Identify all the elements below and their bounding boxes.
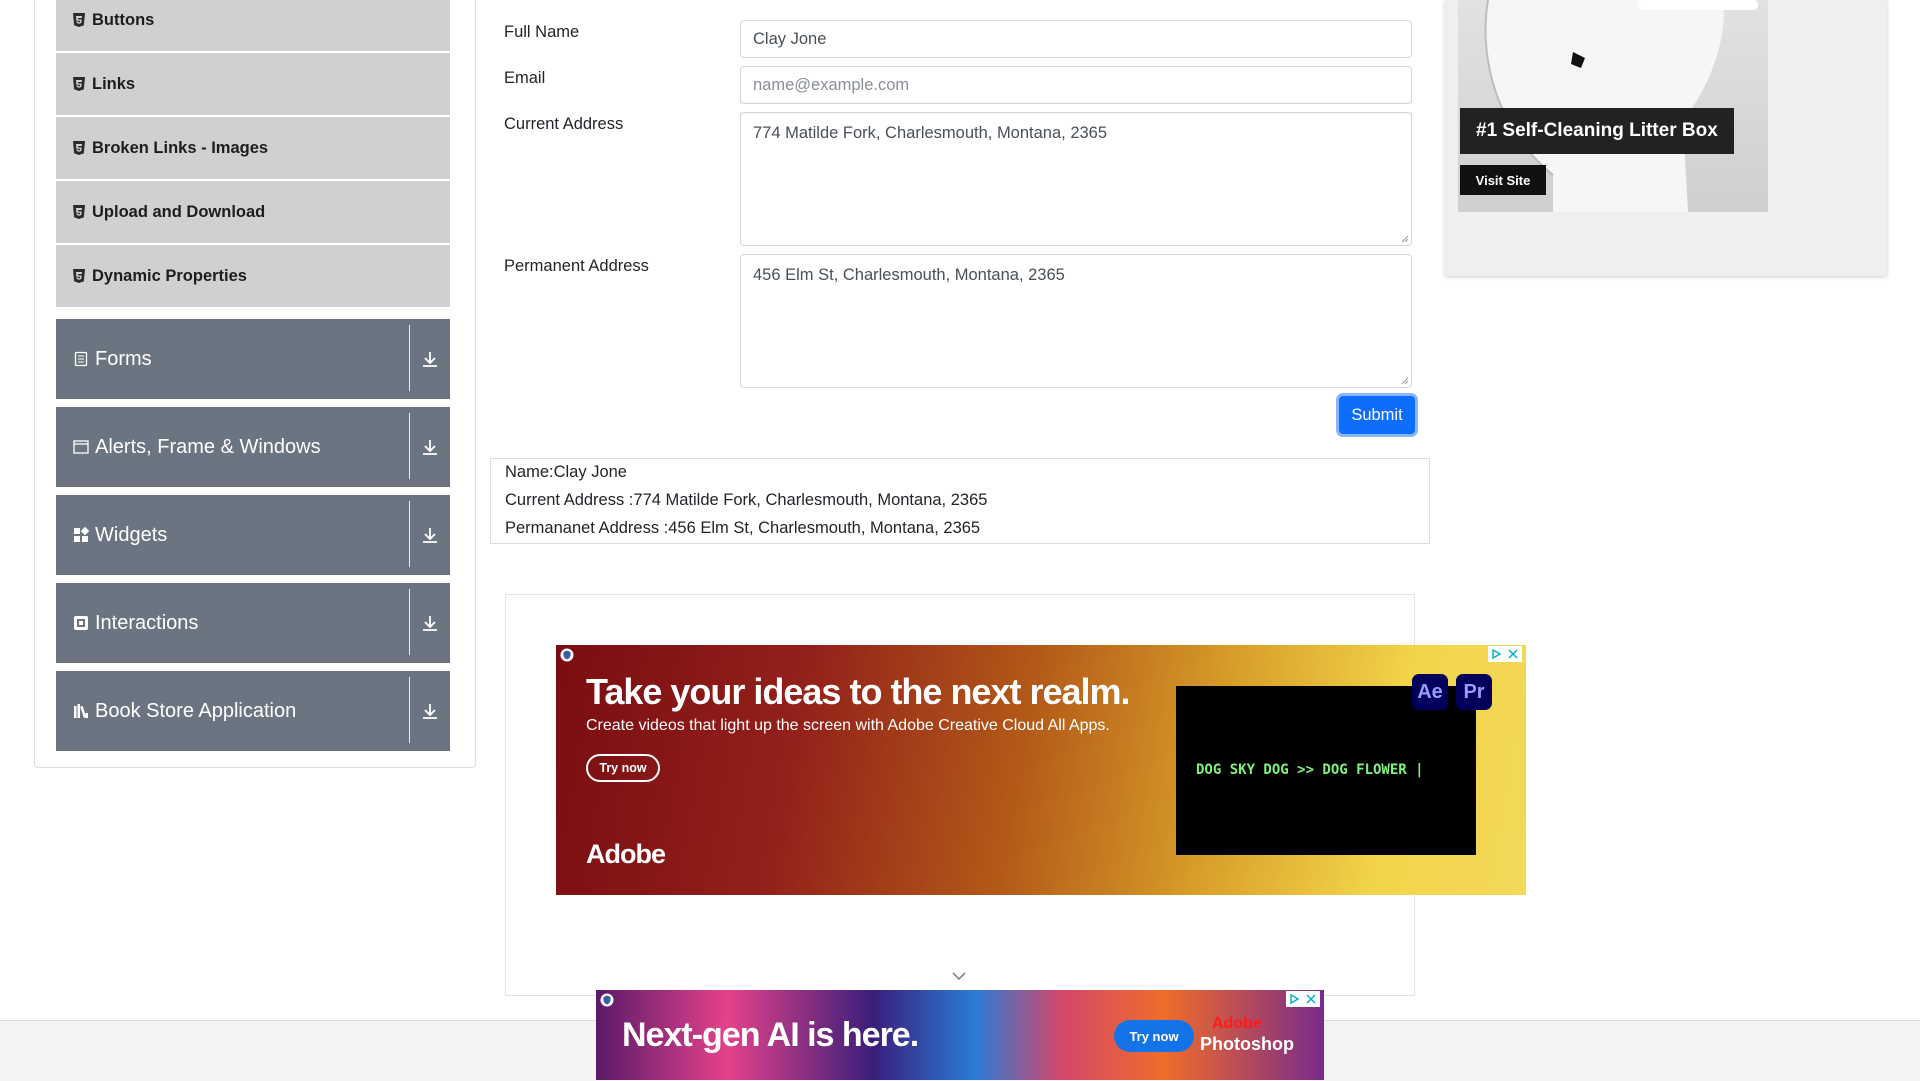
ad-try-now-button[interactable]: Try now — [586, 754, 660, 782]
download-icon[interactable] — [418, 347, 442, 371]
divider — [409, 413, 410, 479]
sidebar-item-buttons[interactable]: Buttons — [56, 0, 450, 51]
sidebar-item-label: Buttons — [92, 10, 155, 29]
premiere-pro-icon: Pr — [1456, 674, 1492, 710]
full-name-label: Full Name — [504, 23, 580, 41]
full-name-input[interactable]: Clay Jone — [740, 20, 1412, 58]
divider — [409, 325, 410, 391]
ad-info-icon[interactable] — [1286, 992, 1303, 1006]
ad-shield-icon[interactable] — [600, 993, 614, 1007]
download-icon[interactable] — [418, 523, 442, 547]
permanent-address-text: 456 Elm St, Charlesmouth, Montana, 2365 — [753, 266, 1065, 284]
after-effects-icon: Ae — [1412, 674, 1448, 710]
email-label: Email — [504, 69, 546, 87]
permanent-address-label: Permanent Address — [504, 257, 649, 275]
photoshop-ad-banner[interactable]: Next-gen AI is here. Try now Adobe Photo… — [596, 990, 1324, 1080]
email-input[interactable]: name@example.com — [740, 66, 1412, 104]
window-icon — [73, 440, 89, 454]
output-permanent-address: Permananet Address :456 Elm St, Charlesm… — [505, 519, 981, 537]
chevron-down-icon[interactable] — [950, 970, 968, 982]
html5-icon — [73, 13, 85, 27]
ad-info-icon[interactable] — [1488, 647, 1505, 661]
resize-grip-icon[interactable] — [1401, 235, 1409, 243]
sidebar-item-label: Links — [92, 74, 136, 93]
output-current-address: Current Address :774 Matilde Fork, Charl… — [505, 491, 988, 509]
html5-icon — [73, 205, 85, 219]
sidebar-item-label: Broken Links - Images — [92, 138, 269, 157]
adobe-logo: Adobe — [586, 839, 666, 869]
sidebar-group-book-store[interactable]: Book Store Application — [56, 671, 450, 751]
ad-info-close[interactable] — [1286, 991, 1320, 1007]
sidebar-item-upload-download[interactable]: Upload and Download — [56, 181, 450, 243]
visit-site-button[interactable]: Visit Site — [1460, 165, 1546, 195]
sidebar-group-forms[interactable]: Forms — [56, 319, 450, 399]
html5-icon — [73, 269, 85, 283]
sidebar-panel: Buttons Links Broken Links - Images Uplo… — [34, 0, 476, 768]
sidebar-group-alerts[interactable]: Alerts, Frame & Windows — [56, 407, 450, 487]
ad-video-text: DOG SKY DOG >> DOG FLOWER | — [1196, 762, 1424, 778]
resize-grip-icon[interactable] — [1401, 377, 1409, 385]
html5-icon — [73, 77, 85, 91]
sidebar-group-interactions[interactable]: Interactions — [56, 583, 450, 663]
output-box: Name:Clay Jone Current Address :774 Mati… — [490, 458, 1430, 544]
sidebar-item-broken-links[interactable]: Broken Links - Images — [56, 117, 450, 179]
books-icon — [74, 704, 88, 719]
adobe-logo: Adobe — [1212, 1015, 1262, 1032]
current-address-textarea[interactable]: 774 Matilde Fork, Charlesmouth, Montana,… — [740, 112, 1412, 246]
ad-shield-icon[interactable] — [560, 648, 574, 662]
ad-info-close[interactable] — [1488, 646, 1522, 662]
output-name: Name:Clay Jone — [505, 463, 627, 481]
permanent-address-textarea[interactable]: 456 Elm St, Charlesmouth, Montana, 2365 — [740, 254, 1412, 388]
sidebar-group-label: Book Store Application — [95, 699, 297, 722]
sidebar-item-links[interactable]: Links — [56, 53, 450, 115]
sidebar-item-label: Upload and Download — [92, 202, 266, 221]
side-ad-tagline: #1 Self-Cleaning Litter Box — [1460, 108, 1734, 154]
sidebar-item-dynamic-properties[interactable]: Dynamic Properties — [56, 245, 450, 307]
divider — [409, 589, 410, 655]
sidebar-group-label: Forms — [95, 347, 152, 370]
current-address-label: Current Address — [504, 115, 624, 133]
sidebar-group-widgets[interactable]: Widgets — [56, 495, 450, 575]
ad-subline: Create videos that light up the screen w… — [586, 717, 1110, 734]
sidebar-group-label: Alerts, Frame & Windows — [95, 435, 321, 458]
adobe-ad-banner[interactable]: Take your ideas to the next realm. Creat… — [556, 645, 1526, 895]
submit-button[interactable]: Submit — [1339, 396, 1415, 434]
close-icon[interactable] — [1303, 992, 1320, 1006]
ad-video: DOG SKY DOG >> DOG FLOWER | — [1176, 686, 1476, 855]
download-icon[interactable] — [418, 699, 442, 723]
close-icon[interactable] — [1505, 647, 1522, 661]
ad-try-now-button[interactable]: Try now — [1114, 1020, 1194, 1052]
interaction-icon — [74, 616, 88, 630]
sidebar-item-label: Dynamic Properties — [92, 266, 247, 285]
current-address-text: 774 Matilde Fork, Charlesmouth, Montana,… — [753, 124, 1108, 142]
side-ad[interactable]: #1 Self-Cleaning Litter Box Visit Site — [1445, 0, 1887, 276]
sidebar-group-label: Interactions — [95, 611, 199, 634]
divider — [409, 501, 410, 567]
divider — [409, 677, 410, 743]
photoshop-label: Photoshop — [1200, 1034, 1294, 1054]
widgets-icon — [74, 527, 89, 542]
ad-headline: Take your ideas to the next realm. — [586, 671, 1131, 712]
sidebar-group-label: Widgets — [95, 523, 168, 546]
download-icon[interactable] — [418, 611, 442, 635]
download-icon[interactable] — [418, 435, 442, 459]
ad-headline: Next-gen AI is here. — [622, 1016, 919, 1054]
document-icon — [74, 351, 88, 367]
html5-icon — [73, 141, 85, 155]
